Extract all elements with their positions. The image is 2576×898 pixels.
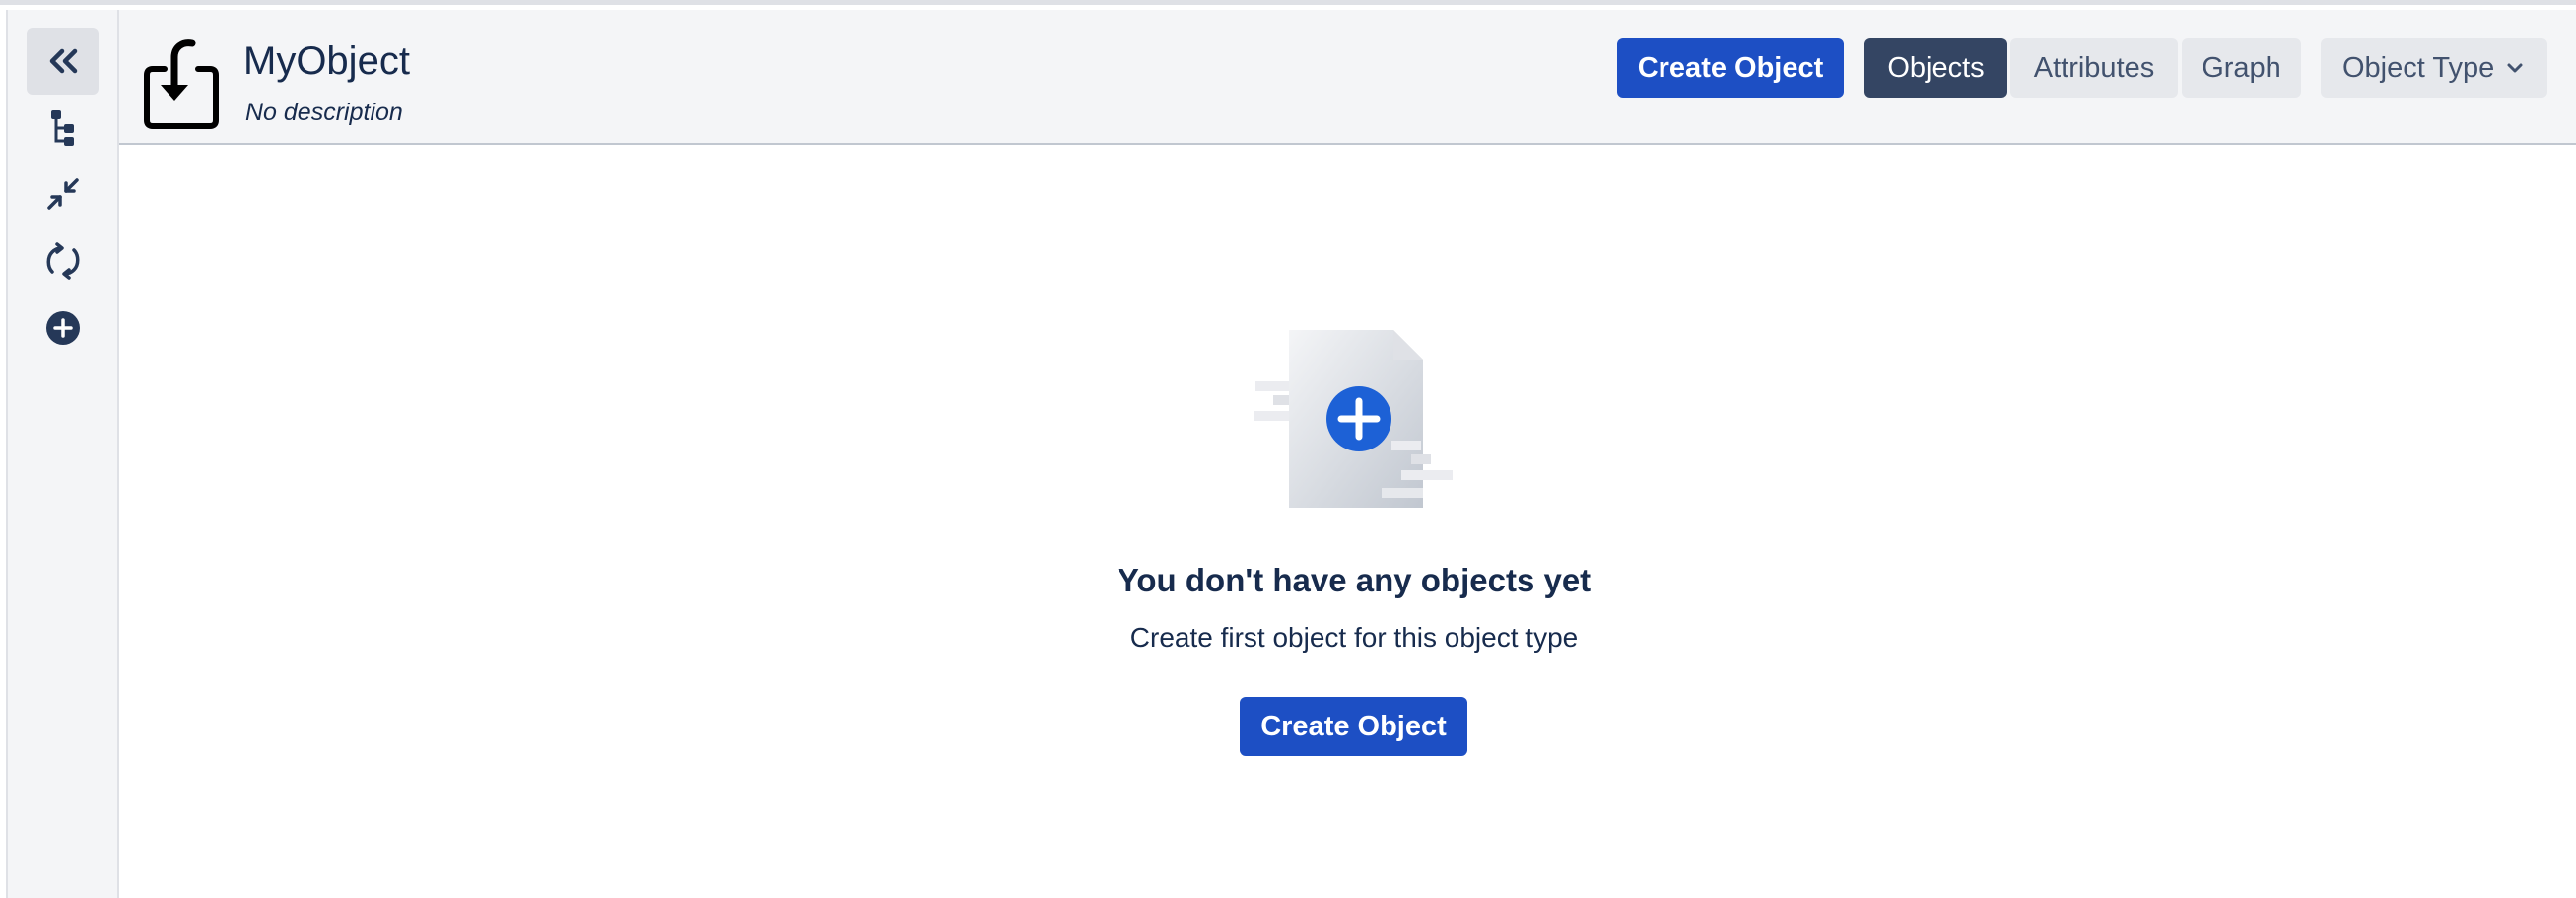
object-type-dropdown-label: Object Type	[2342, 51, 2495, 84]
chevrons-left-icon	[46, 47, 80, 75]
object-type-header: MyObject No description Create Object Ob…	[119, 10, 2576, 145]
refresh-icon	[44, 242, 82, 280]
main-content	[119, 147, 2576, 898]
tab-attributes[interactable]: Attributes	[2010, 38, 2178, 98]
create-object-button[interactable]: Create Object	[1617, 38, 1844, 98]
empty-state-create-object-button[interactable]: Create Object	[1240, 697, 1467, 756]
download-arrow-icon	[143, 35, 220, 132]
empty-state-description: Create first object for this object type	[1129, 622, 1579, 653]
collapse-all-button[interactable]	[27, 161, 99, 228]
chevron-down-icon	[2506, 62, 2524, 74]
page-description: No description	[245, 99, 403, 126]
add-button[interactable]	[27, 295, 99, 362]
hierarchy-tree-icon	[48, 108, 78, 148]
app-frame: MyObject No description Create Object Ob…	[0, 0, 2576, 898]
page-title: MyObject	[243, 39, 410, 83]
tab-graph[interactable]: Graph	[2182, 38, 2301, 98]
hierarchy-button[interactable]	[27, 95, 99, 162]
sidebar	[8, 10, 119, 898]
tab-objects[interactable]: Objects	[1864, 38, 2007, 98]
add-circle-icon	[45, 311, 81, 346]
object-type-dropdown[interactable]: Object Type	[2321, 38, 2547, 98]
document-add-icon	[1254, 330, 1455, 508]
collapse-sidebar-button[interactable]	[27, 28, 99, 95]
refresh-button[interactable]	[27, 228, 99, 295]
empty-state-title: You don't have any objects yet	[1117, 562, 1592, 598]
collapse-arrows-icon	[45, 176, 81, 212]
